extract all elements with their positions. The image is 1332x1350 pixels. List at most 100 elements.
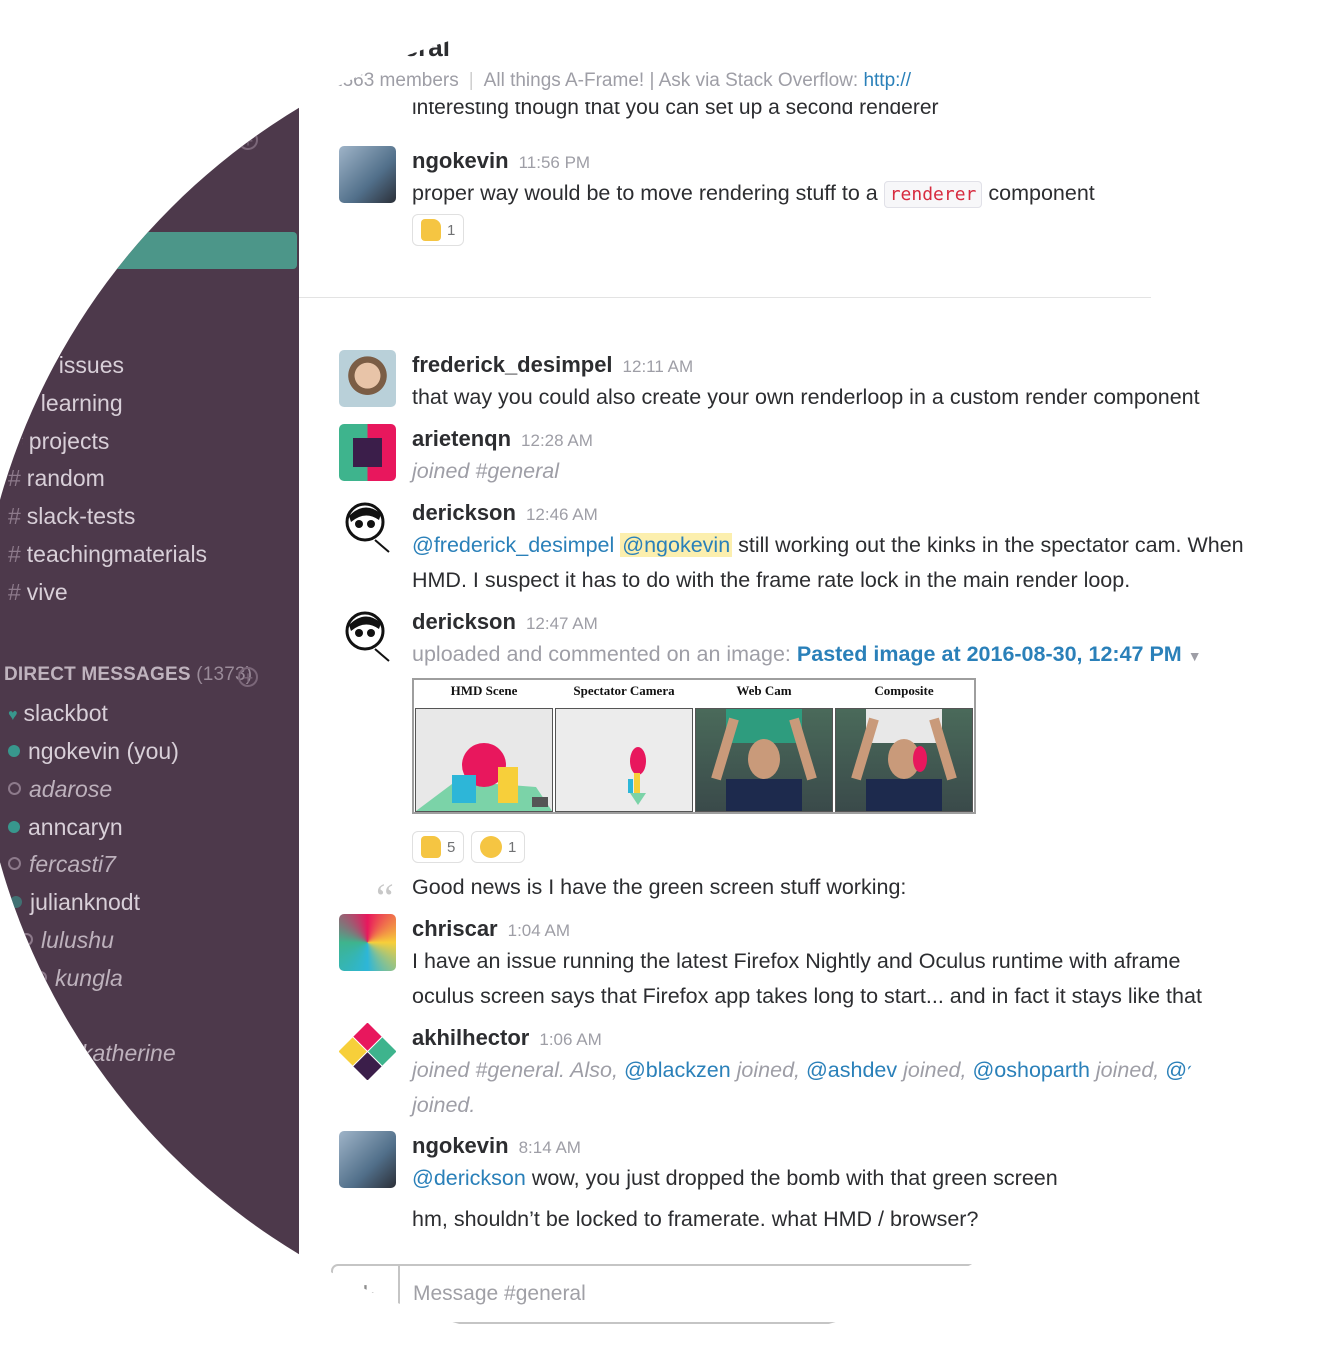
- reaction-thumbsup[interactable]: 1: [412, 214, 465, 246]
- dm-item-fercasti7[interactable]: fercasti7: [8, 851, 116, 878]
- presence-away-icon: [8, 857, 21, 870]
- message-body: proper way would be to move rendering st…: [412, 176, 1095, 212]
- message-time[interactable]: 12:28 AM: [521, 431, 593, 450]
- message-author[interactable]: arietenqn 12:28 AM: [412, 426, 593, 452]
- mention[interactable]: @oshoparth: [972, 1058, 1089, 1082]
- member-count[interactable]: 1363 members: [332, 70, 459, 91]
- heart-icon: ♥: [8, 707, 18, 724]
- channel-topic: All things A-Frame! | Ask via Stack Over…: [483, 70, 859, 91]
- sidebar-item-random[interactable]: # random: [8, 465, 105, 492]
- message-time[interactable]: 12:11 AM: [623, 357, 694, 376]
- panel-label: HMD Scene: [450, 683, 518, 698]
- composite-image: [835, 708, 973, 812]
- dm-item-self[interactable]: ngokevin (you): [8, 738, 179, 765]
- inline-code: renderer: [883, 181, 983, 208]
- sidebar-item-slack-tests[interactable]: # slack-tests: [8, 503, 135, 530]
- message-author[interactable]: frederick_desimpel 12:11 AM: [412, 352, 693, 378]
- sidebar-item-projects[interactable]: # projects: [22, 428, 109, 455]
- message-author[interactable]: ngokevin 8:14 AM: [412, 1133, 581, 1159]
- hmd-scene-image: [415, 708, 553, 812]
- message-time[interactable]: 12:46 AM: [526, 505, 598, 524]
- message-time[interactable]: 12:47 AM: [526, 614, 598, 633]
- avatar[interactable]: [339, 498, 396, 555]
- message-body: joined.: [412, 1093, 476, 1117]
- avatar[interactable]: [339, 914, 396, 971]
- mention[interactable]: @frederick_desimpel: [412, 533, 614, 557]
- sidebar-item-general-active[interactable]: [80, 232, 297, 269]
- image-attachment[interactable]: HMD Scene Spectator Camera Web Cam Compo…: [412, 678, 976, 814]
- presence-active-icon: [8, 745, 20, 757]
- mention-self[interactable]: @ngokevin: [620, 533, 733, 557]
- caret-down-icon[interactable]: ▼: [1188, 648, 1202, 664]
- presence-active-icon: [8, 821, 20, 833]
- avatar[interactable]: [339, 1131, 396, 1188]
- message-time[interactable]: 11:56 PM: [519, 153, 591, 172]
- dm-item-anncaryn[interactable]: anncaryn: [8, 814, 123, 841]
- message-author[interactable]: ngokevin 11:56 PM: [412, 148, 590, 174]
- topic-link[interactable]: http://: [863, 70, 911, 91]
- presence-away-icon: [60, 1046, 73, 1059]
- avatar[interactable]: [339, 350, 396, 407]
- dm-item-katherine[interactable]: katherine: [60, 1040, 176, 1067]
- message-author[interactable]: akhilhector 1:06 AM: [412, 1025, 602, 1051]
- message-time[interactable]: 8:14 AM: [519, 1138, 581, 1157]
- channel-hash-icon: #: [8, 465, 21, 491]
- dm-item-kungla[interactable]: kungla: [34, 965, 123, 992]
- sidebar-item-vive[interactable]: # vive: [8, 579, 68, 606]
- sidebar-item-learning[interactable]: # learning: [38, 390, 123, 417]
- channel-title[interactable]: #general: [343, 32, 450, 63]
- sidebar-item-teachingmaterials[interactable]: # teachingmaterials: [8, 541, 207, 568]
- attach-file-button[interactable]: +: [333, 1266, 400, 1322]
- file-comment: Good news is I have the green screen stu…: [412, 875, 907, 899]
- panel-label: Web Cam: [736, 683, 792, 698]
- message-input[interactable]: Message #general: [413, 1282, 586, 1306]
- comment-quote-icon: “: [376, 875, 394, 920]
- dm-item-slackbot[interactable]: ♥ slackbot: [8, 700, 108, 727]
- heart-eyes-icon: [480, 836, 502, 858]
- presence-away-icon: [8, 782, 21, 795]
- message-body: I have an issue running the latest Firef…: [412, 949, 1181, 973]
- message-author[interactable]: derickson 12:47 AM: [412, 609, 598, 635]
- message-body: @frederick_desimpel @ngokevin still work…: [412, 533, 1244, 557]
- presence-away-icon: [34, 971, 47, 984]
- sidebar-item-issues[interactable]: # issues: [58, 352, 124, 379]
- mention[interactable]: @derickson: [412, 1166, 526, 1190]
- avatar[interactable]: [339, 1023, 396, 1080]
- sidebar: + # issues # learning # projects # random # s…: [0, 12, 299, 1350]
- avatar[interactable]: [339, 607, 396, 664]
- day-divider: [299, 297, 1151, 298]
- message-author[interactable]: chriscar 1:04 AM: [412, 916, 570, 942]
- app-window: + # issues # learning # projects # random # s…: [0, 12, 1313, 1350]
- channel-hash-icon: #: [8, 579, 21, 605]
- dm-item-julianknodt[interactable]: julianknodt: [10, 889, 140, 916]
- add-channel-icon[interactable]: +: [238, 130, 258, 151]
- message-body: joined #general: [412, 459, 560, 483]
- avatar[interactable]: [339, 424, 396, 481]
- dm-item-lulushu[interactable]: lulushu: [20, 927, 114, 954]
- channel-hash-icon: #: [8, 541, 21, 567]
- add-dm-icon[interactable]: +: [238, 667, 258, 688]
- dm-item-adarose[interactable]: adarose: [8, 776, 112, 803]
- panel-label: Composite: [874, 683, 934, 698]
- message-time[interactable]: 1:06 AM: [539, 1030, 601, 1049]
- mention[interactable]: @ashdev: [806, 1058, 897, 1082]
- avatar[interactable]: [339, 146, 396, 203]
- presence-away-icon: [20, 933, 33, 946]
- spectator-camera-image: [555, 708, 693, 812]
- dm-section-header[interactable]: DIRECT MESSAGES (1373): [4, 664, 252, 686]
- message-body: joined #general. Also, @blackzen joined,…: [412, 1058, 1210, 1082]
- message-body: oculus screen says that Firefox app take…: [412, 984, 1202, 1008]
- mention[interactable]: @sh: [1165, 1058, 1210, 1082]
- file-link[interactable]: Pasted image at 2016-08-30, 12:47 PM: [797, 642, 1182, 666]
- reaction-thumbsup[interactable]: 5: [412, 831, 465, 863]
- channel-header-meta: 1363 members | All things A-Frame! | Ask v…: [332, 70, 911, 91]
- message-author[interactable]: derickson 12:46 AM: [412, 500, 598, 526]
- mention[interactable]: @blackzen: [624, 1058, 731, 1082]
- message-time[interactable]: 1:04 AM: [508, 921, 570, 940]
- message-body: uploaded and commented on an image: Past…: [412, 642, 1202, 666]
- reaction-heart-eyes[interactable]: 1: [471, 831, 526, 863]
- message-text-partial: interesting though that you can set up a…: [412, 96, 939, 119]
- message-composer[interactable]: + Message #general: [331, 1264, 991, 1324]
- message-body: that way you could also create your own …: [412, 385, 1200, 409]
- presence-active-icon: [10, 896, 22, 908]
